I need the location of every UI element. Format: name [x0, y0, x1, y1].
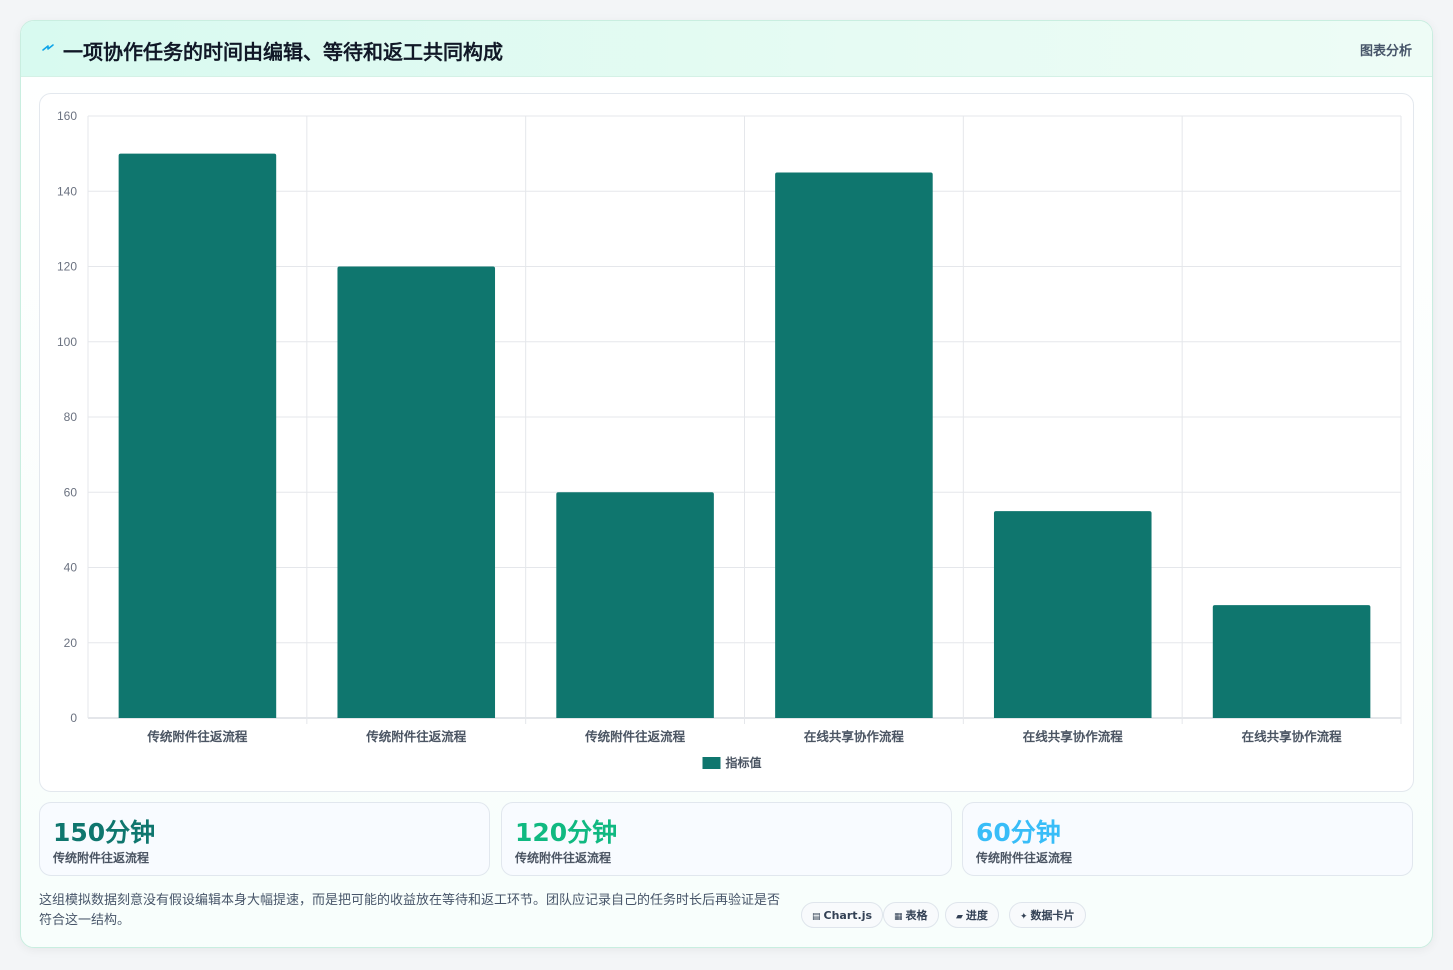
- bolt-icon: [42, 44, 54, 51]
- bar: [1212, 605, 1371, 718]
- chip-progress[interactable]: ▰ 进度: [945, 902, 999, 928]
- chip-label: 进度: [965, 909, 988, 922]
- y-tick-label: 20: [64, 636, 78, 650]
- y-tick-label: 60: [64, 485, 78, 499]
- y-tick-label: 120: [57, 260, 77, 274]
- chip-label: Chart.js: [823, 909, 873, 922]
- x-tick-label: 传统附件往返流程: [365, 729, 467, 744]
- bar-chart: 0 20 40 60 80 100 120 140 160 传统附件往返流程 传统附件往返流程 传统附…: [57, 109, 1402, 770]
- chip-label: 表格: [905, 909, 928, 922]
- stat-label: 传统附件往返流程: [976, 851, 1073, 865]
- stat-card-2: 120分钟 传统附件往返流程: [501, 802, 952, 876]
- footnote: 这组模拟数据刻意没有假设编辑本身大幅提速，而是把可能的收益放在等待和返工环节。团…: [39, 893, 781, 928]
- table-icon: ▦: [894, 912, 903, 922]
- stat-value: 150分钟: [53, 818, 156, 847]
- stat-value: 120分钟: [515, 818, 618, 847]
- chart-card: 一项协作任务的时间由编辑、等待和返工共同构成 图表分析 0 20 40 60 80 100…: [20, 20, 1433, 948]
- chart-panel: 0 20 40 60 80 100 120 140 160 传统附件往返流程 传统附件往返流程 传统附…: [39, 93, 1414, 792]
- y-tick-label: 160: [57, 109, 77, 123]
- bar: [337, 266, 496, 718]
- stat-value: 60分钟: [976, 818, 1061, 847]
- legend-swatch: [702, 757, 721, 769]
- bar: [993, 511, 1152, 718]
- chip-data-cards[interactable]: ✦ 数据卡片: [1009, 902, 1086, 928]
- stat-card-1: 150分钟 传统附件往返流程: [39, 802, 490, 876]
- chip-table[interactable]: ▦ 表格: [883, 902, 939, 928]
- chip-label: 数据卡片: [1030, 909, 1075, 922]
- stat-cards: 150分钟 传统附件往返流程 120分钟 传统附件往返流程 60分钟 传统附件往…: [39, 802, 1414, 876]
- card-header: 一项协作任务的时间由编辑、等待和返工共同构成 图表分析: [21, 21, 1432, 77]
- x-tick-label: 传统附件往返流程: [146, 729, 248, 744]
- sparkle-icon: ✦: [1020, 912, 1028, 922]
- stat-label: 传统附件往返流程: [53, 851, 150, 865]
- x-tick-label: 在线共享协作流程: [1242, 729, 1343, 744]
- y-tick-label: 40: [64, 561, 78, 575]
- chart-icon: ▤: [812, 912, 821, 922]
- x-tick-label: 在线共享协作流程: [804, 729, 905, 744]
- y-tick-label: 140: [57, 184, 77, 198]
- stat-label: 传统附件往返流程: [515, 851, 612, 865]
- progress-icon: ▰: [956, 912, 963, 922]
- legend-label: 指标值: [726, 755, 762, 770]
- y-tick-label: 0: [70, 711, 77, 725]
- bar: [556, 492, 714, 718]
- chart-analysis-tag[interactable]: 图表分析: [1360, 40, 1412, 59]
- x-tick-label: 传统附件往返流程: [584, 729, 686, 744]
- chart-title: 一项协作任务的时间由编辑、等待和返工共同构成: [63, 42, 503, 64]
- y-tick-label: 80: [64, 410, 78, 424]
- x-tick-label: 在线共享协作流程: [1023, 729, 1124, 744]
- y-tick-label: 100: [57, 335, 77, 349]
- bar: [775, 172, 933, 718]
- stat-card-3: 60分钟 传统附件往返流程: [962, 802, 1413, 876]
- chip-chartjs[interactable]: ▤ Chart.js: [801, 902, 884, 928]
- bar: [118, 153, 277, 718]
